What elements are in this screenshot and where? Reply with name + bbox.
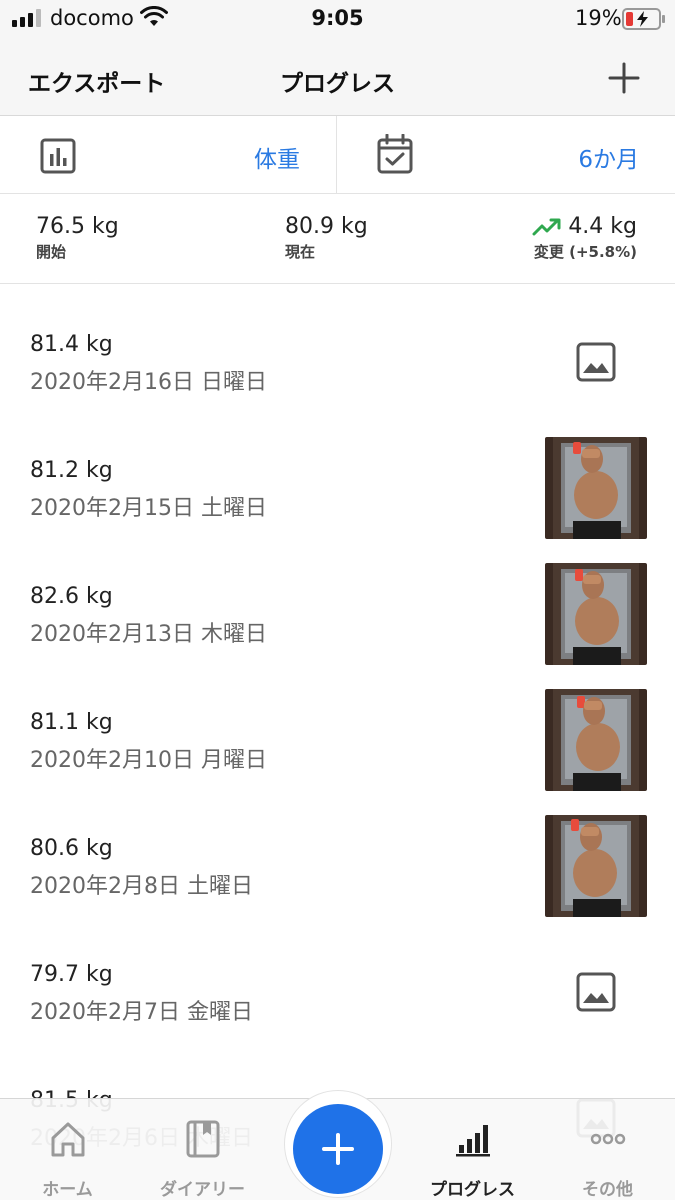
entry-date: 2020年2月7日 金曜日 xyxy=(30,1000,253,1025)
start-label: 開始 xyxy=(36,243,67,261)
bar-chart-icon xyxy=(40,138,76,174)
progress-photo-thumbnail[interactable] xyxy=(545,437,647,539)
start-value: 76.5 kg xyxy=(36,214,119,239)
plus-icon xyxy=(322,1133,354,1165)
entry-date: 2020年2月16日 日曜日 xyxy=(30,370,267,395)
list-item[interactable]: 81.1 kg 2020年2月10日 月曜日 xyxy=(0,662,675,791)
summary-change: 4.4 kg 変更 (+5.8%) xyxy=(532,214,637,262)
battery-percent: 19% xyxy=(575,6,622,30)
tab-diary[interactable]: ダイアリー xyxy=(135,1099,270,1200)
entry-date: 2020年2月8日 土曜日 xyxy=(30,874,253,899)
current-value: 80.9 kg xyxy=(285,214,368,239)
clock-time: 9:05 xyxy=(311,6,364,30)
period-value: 6か月 xyxy=(578,147,639,173)
tab-diary-label: ダイアリー xyxy=(160,1180,245,1200)
navigation-bar: エクスポート プログレス xyxy=(0,38,675,116)
progress-photo-thumbnail[interactable] xyxy=(545,815,647,917)
image-placeholder-icon[interactable] xyxy=(576,972,616,1012)
entry-weight: 79.7 kg xyxy=(30,962,113,987)
entry-date: 2020年2月10日 月曜日 xyxy=(30,748,267,773)
tab-more-label: その他 xyxy=(582,1180,633,1200)
export-button[interactable]: エクスポート xyxy=(28,64,165,98)
current-label: 現在 xyxy=(285,243,316,261)
tab-more[interactable]: その他 xyxy=(540,1099,675,1200)
battery-charging-icon xyxy=(622,8,665,30)
entry-weight: 81.4 kg xyxy=(30,332,113,357)
list-item[interactable]: 80.6 kg 2020年2月8日 土曜日 xyxy=(0,788,675,917)
filter-row: 体重 6か月 xyxy=(0,116,675,194)
progress-photo-thumbnail[interactable] xyxy=(545,563,647,665)
list-item[interactable]: 82.6 kg 2020年2月13日 木曜日 xyxy=(0,536,675,665)
entry-weight: 81.2 kg xyxy=(30,458,113,483)
summary-start: 76.5 kg 開始 xyxy=(36,214,119,262)
progress-bars-icon xyxy=(455,1125,490,1157)
entry-weight: 82.6 kg xyxy=(30,584,113,609)
change-value: 4.4 kg xyxy=(568,214,637,239)
period-selector[interactable]: 6か月 xyxy=(337,116,675,194)
entry-weight: 81.1 kg xyxy=(30,710,113,735)
diary-book-icon xyxy=(186,1120,219,1158)
home-icon xyxy=(51,1122,84,1157)
more-dots-icon xyxy=(590,1133,625,1145)
add-entry-button[interactable] xyxy=(293,1104,383,1194)
metric-value: 体重 xyxy=(254,147,300,173)
list-item[interactable]: 79.7 kg 2020年2月7日 金曜日 xyxy=(0,914,675,1040)
tab-home-label: ホーム xyxy=(42,1180,93,1200)
metric-selector[interactable]: 体重 xyxy=(0,116,336,194)
image-placeholder-icon[interactable] xyxy=(576,342,616,382)
progress-photo-thumbnail[interactable] xyxy=(545,689,647,791)
tab-home[interactable]: ホーム xyxy=(0,1099,135,1200)
trending-up-icon xyxy=(532,218,561,236)
list-item[interactable]: 81.2 kg 2020年2月15日 土曜日 xyxy=(0,410,675,539)
entry-date: 2020年2月13日 木曜日 xyxy=(30,622,267,647)
change-label: 変更 (+5.8%) xyxy=(533,243,637,261)
status-bar: docomo 9:05 19% xyxy=(0,0,675,38)
weight-summary: 76.5 kg 開始 80.9 kg 現在 4.4 kg 変更 (+5.8%) xyxy=(0,194,675,284)
entry-date: 2020年2月15日 土曜日 xyxy=(30,496,267,521)
tab-progress[interactable]: プログレス xyxy=(405,1099,540,1200)
tab-progress-label: プログレス xyxy=(430,1180,515,1200)
calendar-check-icon xyxy=(377,134,413,174)
plus-icon[interactable] xyxy=(604,58,644,98)
summary-current: 80.9 kg 現在 xyxy=(285,214,368,262)
list-item[interactable]: 81.4 kg 2020年2月16日 日曜日 xyxy=(0,284,675,410)
entry-weight: 80.6 kg xyxy=(30,836,113,861)
